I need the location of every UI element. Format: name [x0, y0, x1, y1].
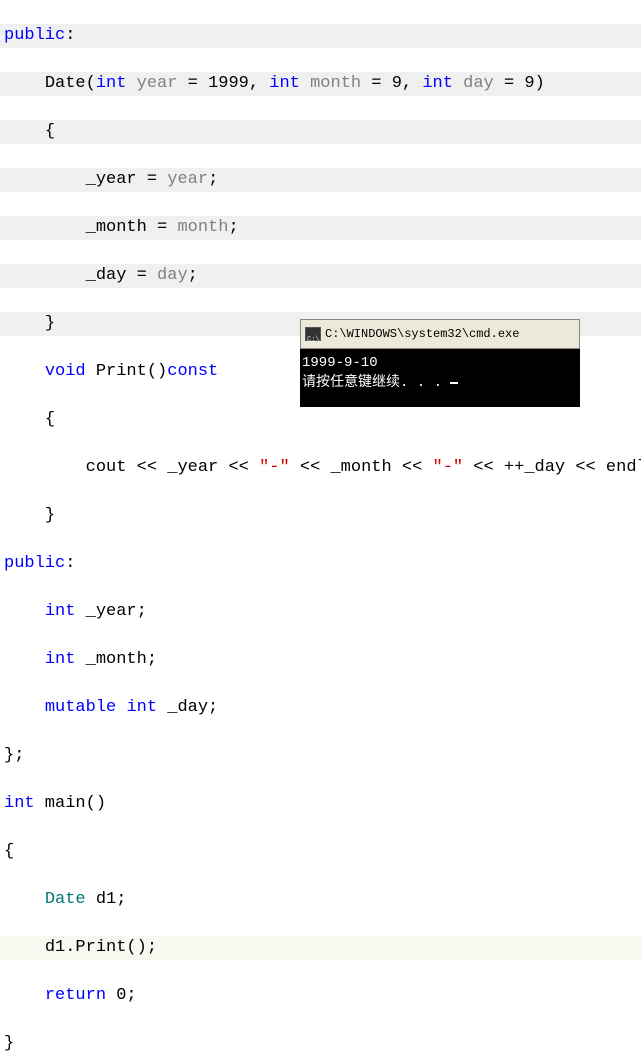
brace: {	[4, 842, 14, 861]
code-line: Date(int year = 1999, int month = 9, int…	[0, 72, 641, 96]
code-line: int _year;	[0, 600, 641, 624]
text: :	[65, 26, 75, 45]
brace: {	[45, 410, 55, 429]
text: _month;	[75, 650, 157, 669]
keyword-int: int	[126, 698, 157, 717]
brace: }	[45, 506, 55, 525]
param: month	[310, 74, 361, 93]
text: d1;	[86, 890, 127, 909]
text: << ++_day << endl;	[463, 458, 641, 477]
keyword-int: int	[45, 650, 76, 669]
code-line: int _month;	[0, 648, 641, 672]
text: ,	[402, 74, 422, 93]
code-line: Date d1;	[0, 888, 641, 912]
console-titlebar[interactable]: C:\WINDOWS\system32\cmd.exe	[300, 319, 580, 349]
code-line: cout << _year << "-" << _month << "-" <<…	[0, 456, 641, 480]
console-line: 1999-9-10	[302, 355, 378, 371]
cursor-icon	[450, 382, 458, 384]
code-line: public:	[0, 552, 641, 576]
text: _day;	[157, 698, 218, 717]
param: year	[167, 170, 208, 189]
code-line: int main()	[0, 792, 641, 816]
text: _day =	[86, 266, 157, 285]
code-line: }	[0, 1032, 641, 1056]
keyword-const: const	[167, 362, 218, 381]
keyword-public: public	[4, 554, 65, 573]
text: << _month <<	[290, 458, 433, 477]
cmd-icon	[305, 327, 321, 341]
number: 9	[524, 74, 534, 93]
text: =	[361, 74, 392, 93]
code-line: return 0;	[0, 984, 641, 1008]
text: ;	[228, 218, 238, 237]
type-name: Date	[45, 890, 86, 909]
keyword-return: return	[45, 986, 106, 1005]
brace: {	[45, 122, 55, 141]
keyword-int: int	[45, 602, 76, 621]
param: year	[137, 74, 178, 93]
code-line: d1.Print();	[0, 936, 641, 960]
text: ;	[208, 170, 218, 189]
text: =	[177, 74, 208, 93]
code-line: _month = month;	[0, 216, 641, 240]
keyword-int: int	[269, 74, 300, 93]
string: "-"	[433, 458, 464, 477]
number: 1999	[208, 74, 249, 93]
text: 0;	[106, 986, 137, 1005]
code-line: };	[0, 744, 641, 768]
text: Print()	[86, 362, 168, 381]
keyword-int: int	[422, 74, 453, 93]
text: (	[86, 74, 96, 93]
string: "-"	[259, 458, 290, 477]
text: };	[4, 746, 24, 765]
text: ;	[188, 266, 198, 285]
brace: }	[45, 314, 55, 333]
code-line: mutable int _day;	[0, 696, 641, 720]
text: :	[65, 554, 75, 573]
keyword-int: int	[96, 74, 127, 93]
console-window[interactable]: C:\WINDOWS\system32\cmd.exe 1999-9-10 请按…	[300, 319, 580, 407]
console-output: 1999-9-10 请按任意键继续. . .	[300, 349, 580, 407]
ctor-name: Date	[45, 74, 86, 93]
text: _year;	[75, 602, 146, 621]
text: main()	[35, 794, 106, 813]
param: day	[157, 266, 188, 285]
code-line: {	[0, 408, 641, 432]
text: _month =	[86, 218, 178, 237]
console-title-text: C:\WINDOWS\system32\cmd.exe	[325, 322, 519, 346]
keyword-mutable: mutable	[45, 698, 116, 717]
brace: }	[4, 1034, 14, 1053]
code-line: public:	[0, 24, 641, 48]
keyword-void: void	[45, 362, 86, 381]
code-line: _year = year;	[0, 168, 641, 192]
param: month	[177, 218, 228, 237]
text: _year =	[86, 170, 168, 189]
keyword-public: public	[4, 26, 65, 45]
param: day	[463, 74, 494, 93]
code-line: _day = day;	[0, 264, 641, 288]
text: cout << _year <<	[86, 458, 259, 477]
keyword-int: int	[4, 794, 35, 813]
text: =	[494, 74, 525, 93]
code-editor: public: Date(int year = 1999, int month …	[0, 0, 641, 1062]
code-line: {	[0, 120, 641, 144]
text: )	[535, 74, 545, 93]
code-line: }	[0, 504, 641, 528]
text: d1.Print();	[45, 938, 157, 957]
text: ,	[249, 74, 269, 93]
number: 9	[392, 74, 402, 93]
code-line: {	[0, 840, 641, 864]
console-line: 请按任意键继续. . .	[302, 375, 450, 391]
